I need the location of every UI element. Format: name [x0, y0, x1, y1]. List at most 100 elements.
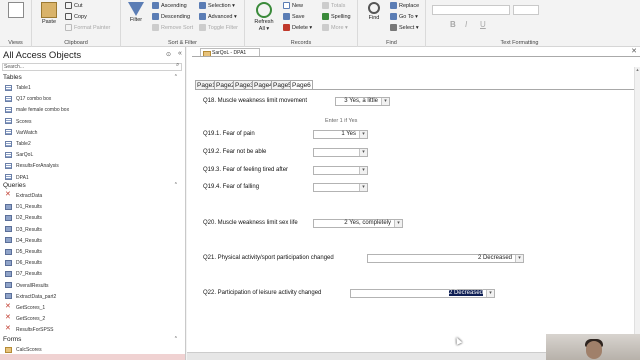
- nav-item[interactable]: ResultsForAnalysis: [5, 161, 59, 171]
- text-formatting-group: B I U Text Formatting: [426, 0, 613, 47]
- dropdown-arrow-icon[interactable]: ▾: [359, 184, 367, 191]
- list-format-buttons[interactable]: [552, 5, 592, 15]
- nav-dropdown-icon[interactable]: ⊙: [166, 51, 171, 58]
- query-icon: [5, 271, 12, 278]
- dropdown-arrow-icon[interactable]: ▾: [359, 131, 367, 138]
- dropdown-arrow-icon[interactable]: ▾: [359, 149, 367, 156]
- q20-combo[interactable]: 2 Yes, completely ▾: [313, 219, 403, 228]
- more-button[interactable]: More ▾: [322, 23, 348, 33]
- italic-button[interactable]: I: [465, 20, 467, 30]
- nav-item[interactable]: OverallResults: [5, 281, 49, 291]
- q19_2-combo[interactable]: ▾: [313, 148, 368, 157]
- remove-sort-button[interactable]: Remove Sort: [152, 23, 193, 33]
- nav-section-tables[interactable]: Tables ⌃: [0, 73, 185, 82]
- nav-item[interactable]: ExtractData: [5, 190, 42, 201]
- sort-filter-group: Filter Ascending Descending Remove Sort …: [121, 0, 245, 47]
- q21-combo[interactable]: 2 Decreased ▾: [367, 254, 524, 263]
- goto-button[interactable]: Go To ▾: [390, 12, 418, 22]
- bold-button[interactable]: B: [450, 20, 456, 30]
- nav-item[interactable]: D4_Results: [5, 236, 42, 246]
- refresh-all-button[interactable]: Refresh All ▾: [251, 2, 277, 32]
- q19_1-combo[interactable]: 1 Yes ▾: [313, 130, 368, 139]
- remove-sort-icon: [152, 24, 159, 32]
- nav-item[interactable]: GetScores_1: [5, 302, 45, 313]
- nav-item[interactable]: Table2: [5, 139, 31, 149]
- dropdown-arrow-icon[interactable]: ▾: [394, 220, 402, 227]
- nav-item[interactable]: VarWatch: [5, 128, 37, 138]
- query-icon: [5, 259, 12, 266]
- q19_3-combo[interactable]: ▾: [313, 166, 368, 175]
- nav-item[interactable]: D3_Results: [5, 225, 42, 235]
- nav-item[interactable]: D1_Results: [5, 202, 42, 212]
- selected-form-item[interactable]: [0, 354, 185, 360]
- advanced-filter-icon: [199, 13, 206, 21]
- nav-item[interactable]: Q17 combo box: [5, 94, 51, 104]
- forms-section-label: Forms: [3, 336, 22, 343]
- shutter-bar-close-icon[interactable]: «: [178, 50, 182, 57]
- search-icon[interactable]: ⌕: [176, 62, 179, 69]
- cut-button[interactable]: Cut: [65, 1, 83, 11]
- nav-item[interactable]: D6_Results: [5, 258, 42, 268]
- view-button[interactable]: [3, 2, 29, 19]
- q22-label: Q22. Participation of leisure activity c…: [203, 290, 322, 296]
- query-icon: [5, 203, 12, 210]
- tab-page6[interactable]: Page6: [290, 80, 313, 89]
- descending-label: Descending: [161, 14, 191, 20]
- spelling-button[interactable]: Spelling: [322, 12, 351, 22]
- nav-item-label: D6_Results: [16, 260, 42, 267]
- nav-item[interactable]: Scores: [5, 117, 32, 127]
- q18-combo[interactable]: 3 Yes, a little ▾: [335, 97, 390, 106]
- q22-combo[interactable]: 2 Decreased ▾: [350, 289, 495, 298]
- toggle-filter-button[interactable]: Toggle Filter: [199, 23, 238, 33]
- nav-item[interactable]: SarQoL: [5, 150, 33, 160]
- close-document-icon[interactable]: ✕: [631, 47, 637, 55]
- dropdown-arrow-icon[interactable]: ▾: [381, 98, 389, 105]
- find-label: Find: [368, 15, 380, 21]
- dropdown-arrow-icon[interactable]: ▾: [515, 255, 523, 262]
- nav-item[interactable]: GetScores_2: [5, 313, 45, 324]
- format-painter-button[interactable]: Format Painter: [65, 23, 110, 33]
- scroll-up-icon[interactable]: ▲: [635, 67, 640, 73]
- select-button[interactable]: Select ▾: [390, 23, 419, 33]
- replace-button[interactable]: Replace: [390, 1, 419, 11]
- copy-button[interactable]: Copy: [65, 12, 87, 22]
- find-button[interactable]: Find: [361, 2, 387, 22]
- save-record-button[interactable]: Save: [283, 12, 305, 22]
- copy-label: Copy: [74, 14, 87, 20]
- document-area: SarQoL - DPA1 ✕ Page1 Page2 Page3 Page4 Page…: [187, 47, 640, 360]
- nav-search-input[interactable]: Search...: [2, 63, 182, 71]
- q20-label: Q20. Muscle weakness limit sex life: [203, 220, 298, 226]
- ascending-button[interactable]: Ascending: [152, 1, 187, 11]
- nav-item-label: Q17 combo box: [16, 96, 52, 103]
- delete-record-button[interactable]: Delete ▾: [283, 23, 312, 33]
- font-name-combo[interactable]: [432, 5, 510, 15]
- delete-icon: [283, 24, 290, 32]
- nav-section-queries[interactable]: Queries ⌃: [0, 181, 185, 190]
- spelling-check-icon: [322, 13, 329, 21]
- vertical-scrollbar[interactable]: ▲: [634, 67, 640, 357]
- nav-item[interactable]: ResultsForSPSS: [5, 324, 54, 335]
- remove-sort-label: Remove Sort: [161, 25, 194, 31]
- underline-button[interactable]: U: [480, 20, 486, 30]
- nav-item[interactable]: ExtractData_part2: [5, 292, 56, 302]
- nav-item[interactable]: male female combo box: [5, 105, 69, 115]
- nav-item[interactable]: D5_Results: [5, 247, 42, 257]
- record-navigation-bar[interactable]: [187, 352, 547, 360]
- font-size-combo[interactable]: [513, 5, 539, 15]
- sort-filter-group-label: Sort & Filter: [167, 40, 198, 46]
- nav-item[interactable]: Table1: [5, 83, 31, 93]
- totals-button[interactable]: Totals: [322, 1, 345, 11]
- selection-button[interactable]: Selection ▾: [199, 1, 235, 11]
- paste-button[interactable]: Paste: [36, 2, 62, 26]
- goto-label: Go To: [399, 14, 414, 20]
- dropdown-arrow-icon[interactable]: ▾: [359, 167, 367, 174]
- advanced-button[interactable]: Advanced ▾: [199, 12, 237, 22]
- q19_4-combo[interactable]: ▾: [313, 183, 368, 192]
- nav-item[interactable]: D2_Results: [5, 213, 42, 223]
- filter-button[interactable]: Filter: [123, 2, 149, 24]
- nav-section-forms[interactable]: Forms ⌃: [0, 335, 185, 344]
- descending-button[interactable]: Descending: [152, 12, 190, 22]
- new-record-button[interactable]: New: [283, 1, 303, 11]
- nav-item[interactable]: D7_Results: [5, 269, 42, 279]
- dropdown-arrow-icon[interactable]: ▾: [486, 290, 494, 297]
